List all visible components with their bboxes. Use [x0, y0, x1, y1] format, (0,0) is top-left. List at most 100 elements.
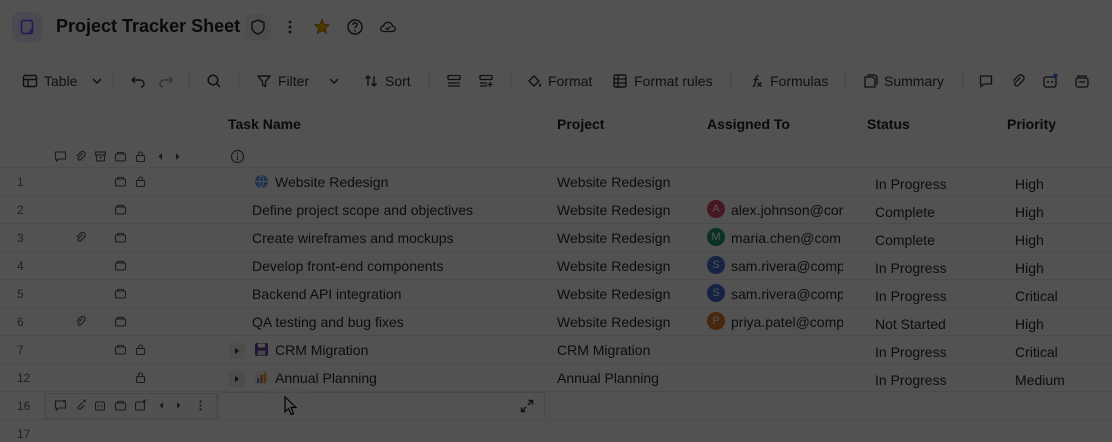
task-name-cell[interactable]: Develop front-end components — [252, 258, 547, 274]
automations-button[interactable] — [1042, 62, 1058, 100]
project-cell[interactable]: Website Redesign — [557, 202, 697, 218]
info-icon[interactable] — [230, 149, 245, 164]
task-name-cell[interactable]: Create wireframes and mockups — [252, 230, 547, 246]
archive-icon[interactable] — [94, 150, 107, 163]
column-header-assigned-to[interactable]: Assigned To — [707, 116, 790, 132]
status-cell[interactable]: Not Started — [875, 316, 995, 332]
assigned-to-cell[interactable]: sam.rivera@comp — [731, 258, 843, 274]
status-cell[interactable]: In Progress — [875, 260, 995, 276]
formulas-button[interactable]: Formulas — [748, 62, 828, 100]
assigned-to-cell[interactable]: alex.johnson@cor — [731, 202, 843, 218]
table-row[interactable]: 16 — [0, 383, 1112, 433]
add-reminder-icon[interactable] — [134, 399, 147, 412]
redo-button[interactable] — [158, 62, 174, 100]
column-header-status[interactable]: Status — [867, 116, 910, 132]
row-action-icon[interactable] — [114, 259, 127, 272]
comments-button[interactable] — [978, 62, 994, 100]
paperclip-icon[interactable] — [74, 150, 87, 163]
chevron-right-icon[interactable] — [172, 399, 185, 412]
more-options-icon[interactable] — [277, 14, 303, 40]
sheet-app-icon[interactable] — [12, 12, 42, 42]
paperclip-icon[interactable] — [74, 231, 87, 244]
project-cell[interactable]: Website Redesign — [557, 258, 697, 274]
priority-cell[interactable]: High — [1015, 316, 1105, 332]
priority-cell[interactable]: High — [1015, 232, 1105, 248]
add-comment-icon[interactable] — [54, 399, 67, 412]
row-action-icon[interactable] — [114, 150, 127, 163]
project-cell[interactable]: Website Redesign — [557, 314, 697, 330]
lock-icon[interactable] — [134, 343, 147, 356]
shield-icon[interactable] — [245, 14, 271, 40]
status-cell[interactable]: Complete — [875, 232, 995, 248]
search-button[interactable] — [206, 62, 222, 100]
favorite-star-icon[interactable] — [309, 14, 335, 40]
task-name-cell[interactable]: QA testing and bug fixes — [252, 314, 547, 330]
row-action-icon[interactable] — [114, 231, 127, 244]
task-name-cell[interactable]: Annual Planning — [275, 370, 545, 386]
chevron-right-icon[interactable] — [171, 150, 184, 163]
workflow-button[interactable] — [1074, 62, 1090, 100]
help-icon[interactable] — [342, 14, 368, 40]
assigned-to-cell[interactable]: sam.rivera@comp — [731, 286, 843, 302]
column-header-priority[interactable]: Priority — [1007, 116, 1056, 132]
priority-cell[interactable]: High — [1015, 204, 1105, 220]
task-name-cell[interactable]: Backend API integration — [252, 286, 547, 302]
status-cell[interactable]: In Progress — [875, 372, 995, 388]
project-cell[interactable]: Website Redesign — [557, 286, 697, 302]
format-button[interactable]: Format — [526, 62, 592, 100]
row-action-icon[interactable] — [114, 287, 127, 300]
status-cell[interactable]: In Progress — [875, 288, 995, 304]
table-row[interactable]: 4 Develop front-end components Website R… — [0, 251, 1112, 279]
row-action-icon[interactable] — [114, 399, 127, 412]
project-cell[interactable]: Website Redesign — [557, 174, 697, 190]
task-name-cell[interactable]: CRM Migration — [275, 342, 545, 358]
priority-cell[interactable]: Medium — [1015, 372, 1105, 388]
table-row[interactable]: 17 — [0, 419, 1112, 442]
summary-button[interactable]: Summary — [862, 62, 944, 100]
paperclip-icon[interactable] — [74, 315, 87, 328]
format-rules-button[interactable]: Format rules — [612, 62, 713, 100]
row-action-icon[interactable] — [114, 343, 127, 356]
priority-cell[interactable]: Critical — [1015, 288, 1105, 304]
table-row[interactable]: 5 Backend API integration Website Redesi… — [0, 279, 1112, 307]
table-row[interactable]: 12 Annual Planning Annual Planning In Pr… — [0, 363, 1112, 391]
project-cell[interactable]: Annual Planning — [557, 370, 697, 386]
row-action-icon[interactable] — [114, 203, 127, 216]
row-action-icon[interactable] — [114, 315, 127, 328]
chevron-left-icon[interactable] — [155, 399, 168, 412]
attachments-button[interactable] — [1010, 62, 1026, 100]
status-cell[interactable]: In Progress — [875, 344, 995, 360]
insert-row-button[interactable] — [478, 62, 494, 100]
table-row[interactable]: 6 QA testing and bug fixes Website Redes… — [0, 307, 1112, 335]
lock-icon[interactable] — [134, 150, 147, 163]
task-name-cell[interactable]: Define project scope and objectives — [252, 202, 547, 218]
table-row[interactable]: 3 Create wireframes and mockups Website … — [0, 223, 1112, 251]
priority-cell[interactable]: Critical — [1015, 344, 1105, 360]
lock-icon[interactable] — [134, 371, 147, 384]
view-selector-button[interactable]: Table — [22, 62, 105, 100]
sheet-title[interactable]: Project Tracker Sheet — [56, 16, 240, 37]
filter-button[interactable]: Filter — [256, 62, 309, 100]
assigned-to-cell[interactable]: priya.patel@comp — [731, 314, 843, 330]
sort-button[interactable]: Sort — [363, 62, 411, 100]
more-options-icon[interactable] — [194, 399, 207, 412]
expand-row-button[interactable] — [229, 371, 245, 387]
status-cell[interactable]: In Progress — [875, 176, 995, 192]
task-name-cell[interactable]: Website Redesign — [275, 174, 545, 190]
column-header-project[interactable]: Project — [557, 116, 604, 132]
priority-cell[interactable]: High — [1015, 260, 1105, 276]
undo-button[interactable] — [130, 62, 146, 100]
filter-dropdown-button[interactable] — [326, 62, 342, 100]
project-cell[interactable]: Website Redesign — [557, 230, 697, 246]
status-cell[interactable]: Complete — [875, 204, 995, 220]
table-row[interactable]: 2 Define project scope and objectives We… — [0, 195, 1112, 223]
row-action-icon[interactable] — [114, 175, 127, 188]
expand-icon[interactable] — [519, 398, 535, 414]
add-attachment-icon[interactable] — [74, 399, 87, 412]
add-automation-icon[interactable] — [94, 399, 107, 412]
chevron-left-icon[interactable] — [154, 150, 167, 163]
row-height-button[interactable] — [446, 62, 462, 100]
column-header-task-name[interactable]: Task Name — [228, 116, 301, 132]
cloud-saved-icon[interactable] — [375, 14, 401, 40]
table-row[interactable]: 7 CRM Migration CRM Migration In Progres… — [0, 335, 1112, 363]
